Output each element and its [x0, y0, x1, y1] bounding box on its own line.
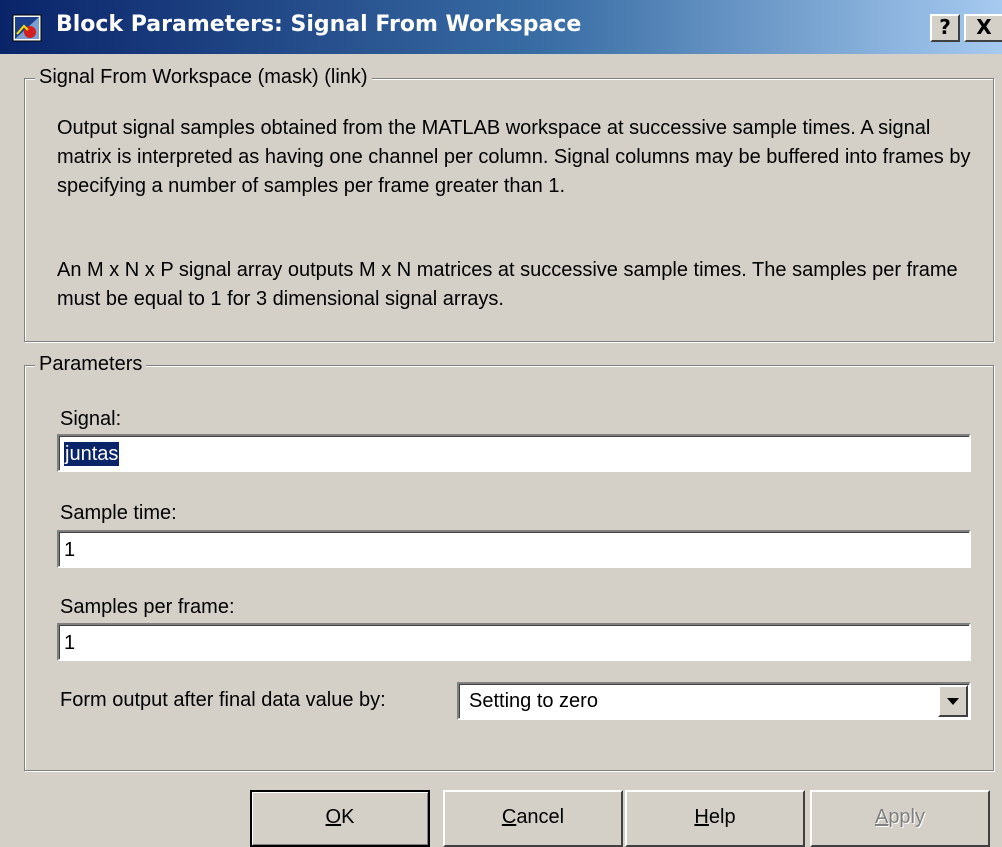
dropdown-arrow-icon[interactable]: [938, 685, 968, 717]
title-bar[interactable]: Block Parameters: Signal From Workspace …: [0, 0, 1002, 54]
sample-time-label: Sample time:: [60, 502, 177, 524]
window-title: Block Parameters: Signal From Workspace: [56, 12, 582, 37]
help-button[interactable]: Help: [625, 790, 805, 847]
samples-per-frame-label: Samples per frame:: [60, 596, 235, 618]
signal-input-value: juntas: [64, 442, 120, 466]
help-button-label: elp: [708, 806, 736, 828]
simulink-block-icon: [12, 14, 42, 42]
description-paragraph-1: Output signal samples obtained from the …: [57, 117, 971, 197]
help-button-mnemonic: H: [694, 806, 709, 828]
close-button[interactable]: X: [964, 14, 1002, 42]
sample-time-input-value: 1: [64, 539, 76, 561]
signal-label: Signal:: [60, 408, 122, 430]
description-paragraph-2: An M x N x P signal array outputs M x N …: [57, 259, 958, 310]
sample-time-input[interactable]: 1: [57, 530, 971, 568]
samples-per-frame-input-value: 1: [64, 632, 76, 654]
apply-button-mnemonic: A: [874, 806, 889, 828]
ok-button-label: K: [341, 806, 355, 828]
cancel-button[interactable]: Cancel: [443, 790, 623, 847]
form-output-select[interactable]: Setting to zero: [457, 682, 971, 720]
help-caption-button[interactable]: ?: [930, 14, 960, 42]
cancel-button-label: ancel: [516, 806, 565, 828]
samples-per-frame-input[interactable]: 1: [57, 623, 971, 661]
parameters-group-title: Parameters: [35, 353, 147, 376]
ok-button[interactable]: OK: [250, 790, 430, 847]
signal-input[interactable]: juntas: [57, 434, 971, 472]
form-output-selected-value: Setting to zero: [469, 690, 598, 712]
form-output-label: Form output after final data value by:: [60, 689, 386, 711]
apply-button-label: pply: [888, 806, 926, 828]
description-group-title: Signal From Workspace (mask) (link): [35, 66, 372, 89]
ok-button-mnemonic: O: [325, 806, 342, 828]
apply-button[interactable]: Apply: [810, 790, 990, 847]
cancel-button-mnemonic: C: [501, 806, 517, 828]
